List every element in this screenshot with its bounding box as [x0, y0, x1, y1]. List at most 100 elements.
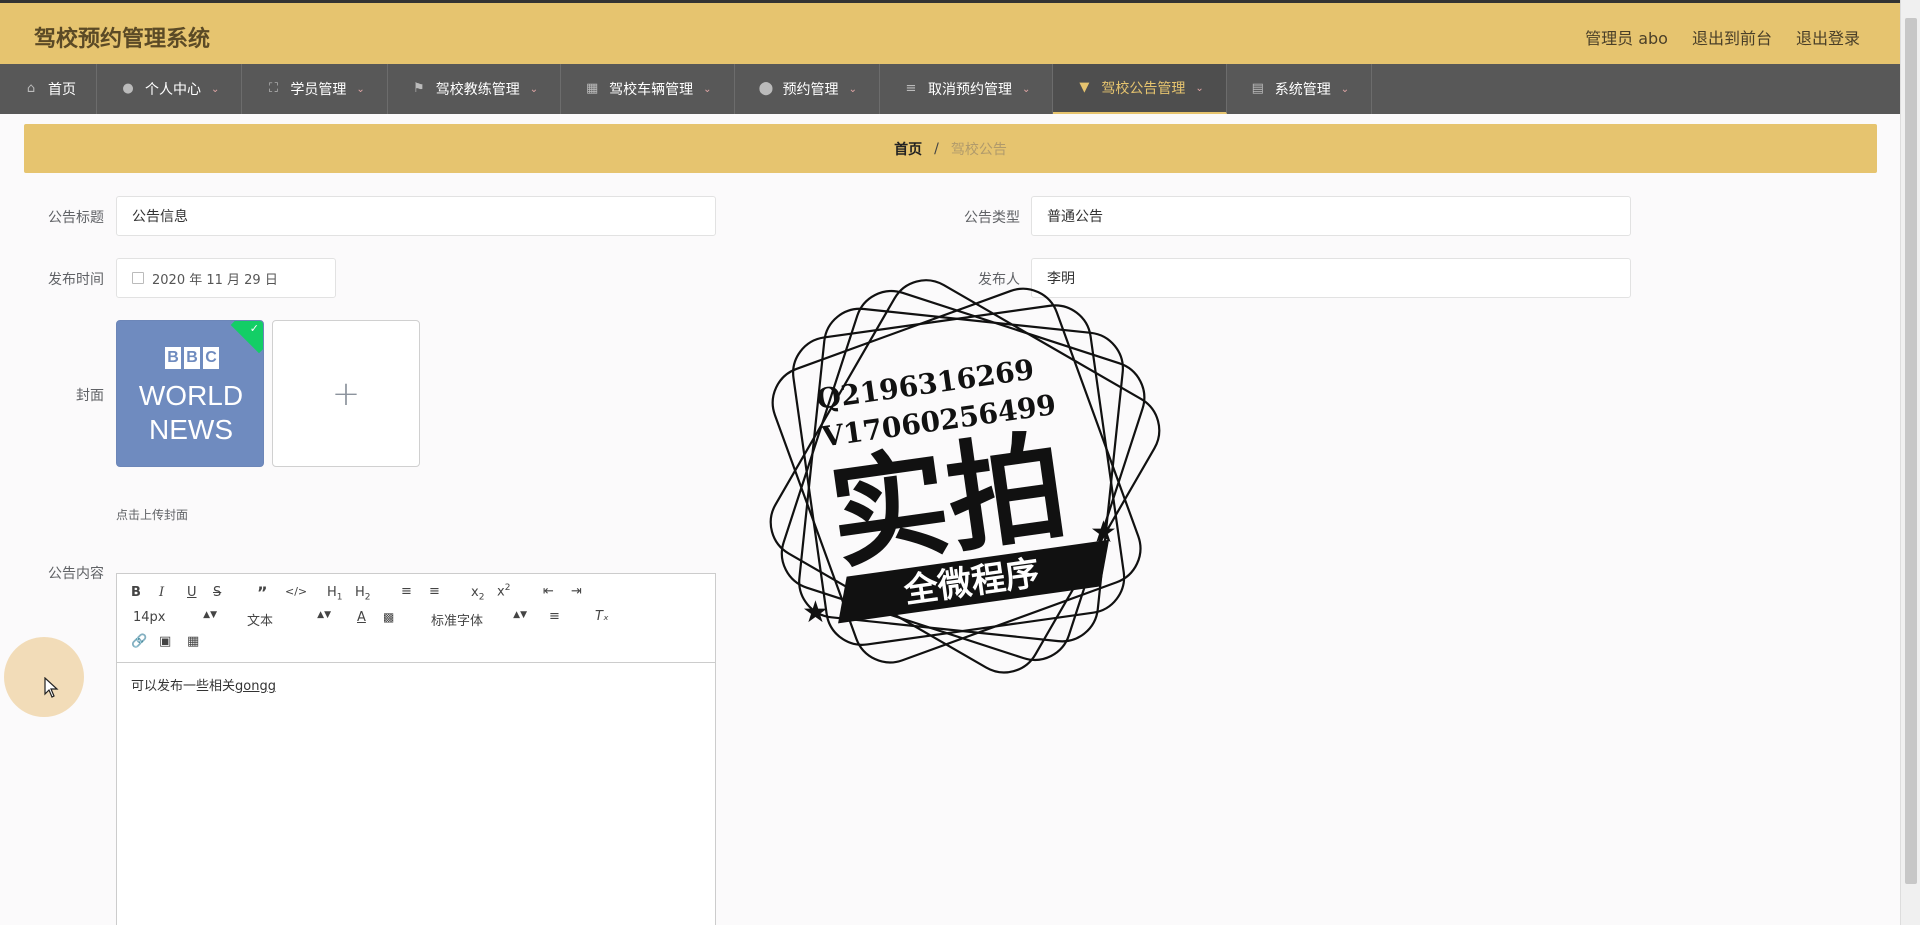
top-header: 驾校预约管理系统 管理员 abo 退出到前台 退出登录: [0, 0, 1900, 64]
breadcrumb-home[interactable]: 首页: [894, 139, 922, 159]
editor-content-underlined: gongg: [235, 679, 276, 694]
editor-content-area[interactable]: 可以发布一些相关gongg: [117, 663, 715, 706]
code-icon[interactable]: </>: [285, 585, 307, 598]
title-input-value: 公告信息: [132, 209, 188, 225]
nav-item-label: 驾校车辆管理: [609, 82, 694, 98]
cover-label: 封面: [76, 388, 104, 404]
app-title: 驾校预约管理系统: [34, 27, 211, 52]
chevron-down-icon: ⌄: [1021, 83, 1031, 95]
clear-format-icon[interactable]: Tₓ: [595, 609, 609, 624]
check-icon: ✓: [249, 322, 259, 335]
back-to-frontend-link[interactable]: 退出到前台: [1692, 25, 1772, 49]
nav-item-system-management[interactable]: ▤ 系统管理 ⌄: [1227, 64, 1373, 114]
bbc-logo: B B C: [165, 347, 219, 369]
chevron-down-icon: ⌄: [211, 83, 220, 95]
outdent-icon[interactable]: ⇤: [543, 584, 554, 599]
nav-item-label: 驾校公告管理: [1101, 81, 1186, 97]
nav-item-label: 驾校教练管理: [435, 82, 520, 98]
breadcrumb-separator: /: [934, 140, 939, 157]
nav-item-home[interactable]: ⌂ 首页: [0, 64, 97, 114]
nav-item-label: 首页: [48, 82, 76, 98]
nav-item-cancel-booking-management[interactable]: ≡ 取消预约管理 ⌄: [880, 64, 1054, 114]
font-color-icon[interactable]: A: [357, 610, 366, 625]
font-size-select[interactable]: 14px ▲▼: [133, 610, 217, 625]
upload-cover-button[interactable]: +: [272, 320, 420, 467]
bbc-letter: B: [165, 347, 181, 369]
time-label: 发布时间: [48, 272, 104, 288]
heading2-icon[interactable]: H2: [355, 585, 371, 603]
scrollbar-thumb[interactable]: [1905, 18, 1917, 884]
user-icon: ●: [122, 81, 134, 96]
type-input[interactable]: 普通公告: [1031, 196, 1631, 236]
star-icon: ★: [802, 595, 829, 630]
align-icon[interactable]: ≡: [549, 609, 560, 624]
nav-item-label: 取消预约管理: [927, 82, 1012, 98]
upload-cover-hint: 点击上传封面: [116, 508, 189, 522]
font-family-value: 标准字体: [431, 614, 484, 629]
strikethrough-icon[interactable]: S: [213, 585, 221, 600]
nav-item-label: 个人中心: [145, 82, 201, 98]
admin-user-link[interactable]: 管理员 abo: [1585, 25, 1668, 49]
bullhorn-icon: ▼: [1079, 80, 1090, 95]
underline-icon[interactable]: U: [187, 585, 197, 600]
image-icon[interactable]: ▣: [159, 634, 171, 649]
main-nav: ⌂ 首页 ● 个人中心 ⌄ ⛶ 学员管理 ⌄ ⚑ 驾校教练管理 ⌄ ▦ 驾校车辆…: [0, 64, 1900, 114]
date-picker-input[interactable]: 2020 年 11 月 29 日: [116, 258, 336, 298]
nav-item-announcement-management[interactable]: ▼ 驾校公告管理 ⌄: [1053, 64, 1227, 114]
title-input[interactable]: 公告信息: [116, 196, 716, 236]
cover-line-world: WORLD: [138, 380, 244, 411]
header-links: 管理员 abo 退出到前台 退出登录: [1585, 25, 1860, 49]
link-icon[interactable]: 🔗: [131, 634, 147, 649]
watermark-stamp: Q2196316269 V17060256499 实拍 全微程序 ★ ★: [769, 279, 1161, 674]
breadcrumb-current: 驾校公告: [950, 141, 1007, 158]
mouse-cursor-icon: [44, 677, 59, 698]
rich-text-editor[interactable]: B I U S ” </> H1 H2 ≡ ≡ x2 x2 ⇤ ⇥ 14px ▲…: [116, 573, 716, 925]
subscript-icon[interactable]: x2: [471, 585, 484, 603]
cover-image-thumbnail[interactable]: B B C WORLD NEWS ✓: [116, 320, 264, 467]
sliders-icon: ≡: [905, 81, 917, 96]
chevron-down-icon: ⌄: [1195, 82, 1204, 94]
expand-icon: ⛶: [268, 81, 278, 96]
bullet-list-icon[interactable]: ≡: [429, 584, 440, 599]
upload-success-badge: [230, 321, 263, 354]
type-label: 公告类型: [964, 210, 1020, 226]
chart-icon: ▤: [1251, 81, 1264, 96]
nav-item-student-management[interactable]: ⛶ 学员管理 ⌄: [242, 64, 388, 114]
nav-item-vehicle-management[interactable]: ▦ 驾校车辆管理 ⌄: [561, 64, 735, 114]
calendar-icon: [132, 272, 144, 284]
breadcrumb: 首页 / 驾校公告: [24, 124, 1877, 173]
nav-item-coach-management[interactable]: ⚑ 驾校教练管理 ⌄: [388, 64, 562, 114]
map-pin-icon: ⬤: [758, 81, 774, 96]
nav-item-booking-management[interactable]: ⬤ 预约管理 ⌄: [735, 64, 880, 114]
indent-icon[interactable]: ⇥: [571, 584, 582, 599]
ordered-list-icon[interactable]: ≡: [401, 584, 412, 599]
type-input-value: 普通公告: [1047, 209, 1103, 225]
cover-line-news: NEWS: [149, 414, 233, 445]
page-scrollbar[interactable]: [1900, 0, 1920, 925]
select-arrows-icon: ▲▼: [203, 610, 217, 620]
heading-select-value: 文本: [247, 614, 274, 629]
star-icon: ★: [1090, 515, 1117, 550]
flag-icon: ⚑: [412, 81, 425, 96]
home-icon: ⌂: [26, 81, 36, 96]
font-family-select[interactable]: 标准字体 ▲▼: [431, 610, 527, 629]
nav-item-label: 系统管理: [1274, 82, 1331, 98]
video-icon[interactable]: ▦: [187, 634, 199, 649]
heading-select[interactable]: 文本 ▲▼: [247, 610, 331, 629]
nav-item-personal-center[interactable]: ● 个人中心 ⌄: [97, 64, 243, 114]
font-size-value: 14px: [133, 610, 166, 625]
chevron-down-icon: ⌄: [529, 83, 539, 95]
logout-link[interactable]: 退出登录: [1796, 25, 1860, 49]
bbc-letter: B: [184, 347, 200, 369]
title-label: 公告标题: [48, 210, 104, 226]
italic-icon[interactable]: I: [159, 585, 164, 600]
heading1-icon[interactable]: H1: [327, 585, 343, 603]
blockquote-icon[interactable]: ”: [257, 583, 268, 602]
date-value: 2020 年 11 月 29 日: [152, 272, 278, 288]
superscript-icon[interactable]: x2: [497, 583, 510, 599]
bold-icon[interactable]: B: [131, 585, 141, 600]
content-label: 公告内容: [48, 566, 104, 582]
chevron-down-icon: ⌄: [703, 83, 712, 95]
bbc-letter: C: [203, 347, 219, 369]
background-color-icon[interactable]: ▩: [383, 610, 394, 624]
